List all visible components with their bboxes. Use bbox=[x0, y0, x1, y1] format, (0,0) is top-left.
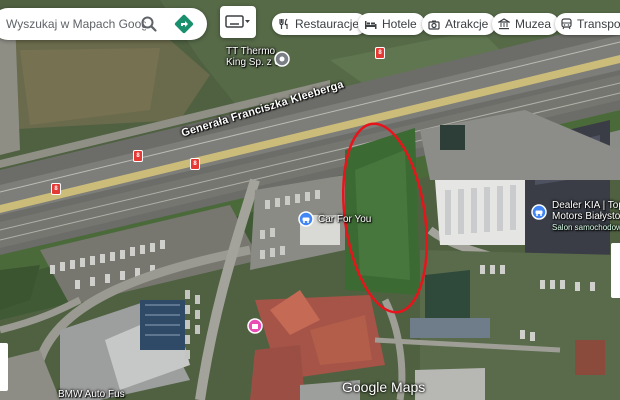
search-icon[interactable] bbox=[140, 15, 158, 33]
chip-label: Muzea bbox=[515, 17, 552, 31]
map-imagery bbox=[0, 0, 620, 400]
chip-hotele[interactable]: Hotele bbox=[358, 13, 425, 35]
route-badge: 8 bbox=[51, 183, 61, 195]
camera-icon bbox=[428, 20, 440, 30]
chip-label: Hotele bbox=[382, 17, 417, 31]
chip-atrakcje[interactable]: Atrakcje bbox=[422, 13, 497, 35]
chip-muzea[interactable]: Muzea bbox=[492, 13, 560, 35]
place-label-kia-dealer[interactable]: Dealer KIA | Top Motors Białystok Salon … bbox=[552, 200, 620, 233]
place-label-line: Dealer KIA | Top bbox=[552, 200, 620, 211]
chip-label: Transport bbox=[577, 17, 620, 31]
side-panel-handle[interactable] bbox=[0, 343, 8, 391]
route-badge: 8 bbox=[375, 47, 385, 59]
transit-icon bbox=[561, 18, 572, 30]
bed-icon bbox=[365, 20, 377, 29]
route-badge: 8 bbox=[190, 158, 200, 170]
place-label-line: Motors Białystok bbox=[552, 211, 620, 222]
place-label-bmw[interactable]: BMW Auto Fus bbox=[58, 389, 125, 400]
search-input[interactable] bbox=[4, 16, 148, 32]
satellite-map[interactable]: 8 8 8 8 Generała Franciszka Kleeberga TT… bbox=[0, 0, 620, 400]
side-panel-handle[interactable] bbox=[611, 243, 620, 298]
chip-transport[interactable]: Transport bbox=[555, 13, 620, 35]
route-badge: 8 bbox=[133, 150, 143, 162]
keyboard-icon bbox=[225, 15, 250, 28]
museum-icon bbox=[498, 18, 510, 30]
search-box bbox=[0, 8, 207, 40]
chip-label: Restauracje bbox=[295, 17, 360, 31]
directions-icon[interactable] bbox=[173, 13, 195, 35]
google-maps-logo: Google Maps bbox=[342, 379, 426, 395]
place-label-car-for-you[interactable]: Car For You bbox=[318, 214, 371, 225]
place-category: Salon samochodowy bbox=[552, 223, 620, 232]
layers-button[interactable] bbox=[220, 6, 256, 38]
chip-label: Atrakcje bbox=[445, 17, 489, 31]
fork-knife-icon bbox=[279, 18, 288, 29]
chip-restauracje[interactable]: Restauracje bbox=[272, 13, 368, 35]
